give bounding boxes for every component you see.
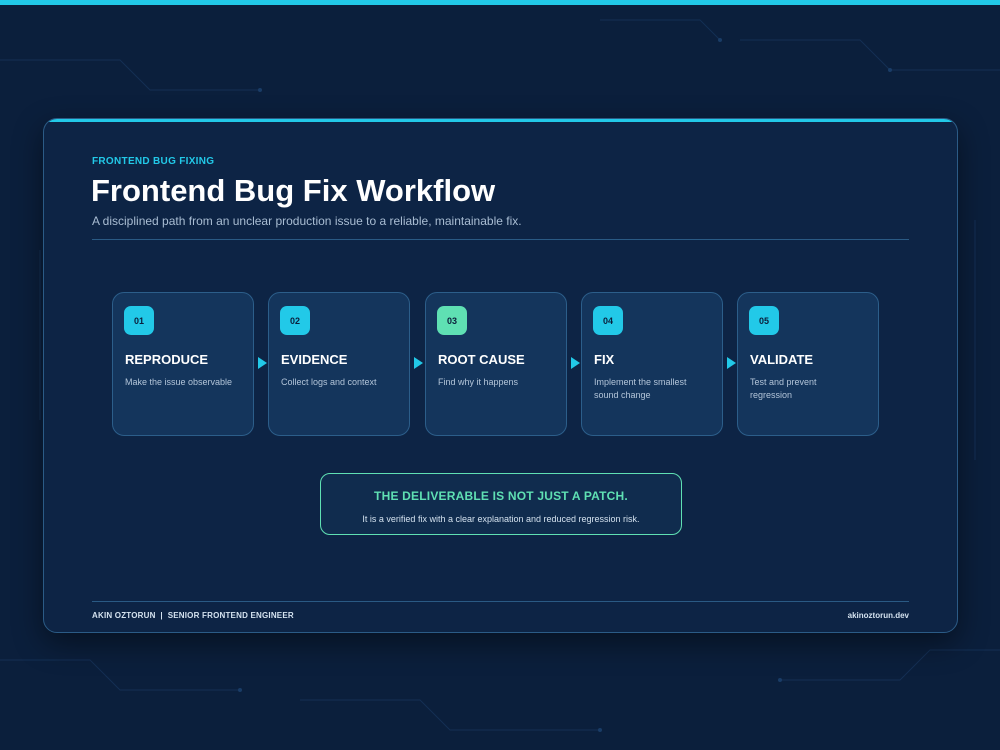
card-accent-bar [44,119,957,122]
workflow-card: FRONTEND BUG FIXING Frontend Bug Fix Wor… [43,118,958,633]
step-card-validate: 05 VALIDATE Test and prevent regression [737,292,879,436]
header-divider [92,239,909,240]
step-title: ROOT CAUSE [438,352,525,367]
step-number-badge: 01 [124,306,154,335]
step-card-evidence: 02 EVIDENCE Collect logs and context [268,292,410,436]
step-description: Test and prevent regression [750,377,817,400]
footer-site-link[interactable]: akinoztorun.dev [848,611,909,620]
step-number-badge: 05 [749,306,779,335]
chevron-right-icon [571,357,580,369]
chevron-right-icon [414,357,423,369]
step-title: EVIDENCE [281,352,348,367]
deliverable-text: It is a verified fix with a clear explan… [362,514,640,524]
step-description: Find why it happens [438,377,519,387]
chevron-right-icon [258,357,267,369]
chevron-right-icon [727,357,736,369]
workflow-steps: 01 REPRODUCE Make the issue observable 0… [112,292,880,436]
step-card-root-cause: 03 ROOT CAUSE Find why it happens [425,292,567,436]
step-title: REPRODUCE [125,352,209,367]
step-number-badge: 03 [437,306,467,335]
step-title: FIX [594,352,615,367]
top-accent-bar [0,0,1000,5]
step-card-fix: 04 FIX Implement the smallest sound chan… [581,292,723,436]
eyebrow-label: FRONTEND BUG FIXING [92,156,215,167]
footer-divider [92,601,909,602]
step-number-badge: 04 [593,306,623,335]
deliverable-title: THE DELIVERABLE IS NOT JUST A PATCH. [374,489,628,503]
step-description: Make the issue observable [125,377,233,387]
deliverable-callout: THE DELIVERABLE IS NOT JUST A PATCH. It … [320,473,682,535]
page-subtitle: A disciplined path from an unclear produ… [92,214,522,228]
page-title: Frontend Bug Fix Workflow [91,173,496,208]
step-title: VALIDATE [750,352,814,367]
footer-author: AKIN OZTORUN | SENIOR FRONTEND ENGINEER [92,611,294,620]
step-description: Implement the smallest sound change [594,377,687,400]
step-description: Collect logs and context [281,377,377,387]
step-number-badge: 02 [280,306,310,335]
step-card-reproduce: 01 REPRODUCE Make the issue observable [112,292,254,436]
